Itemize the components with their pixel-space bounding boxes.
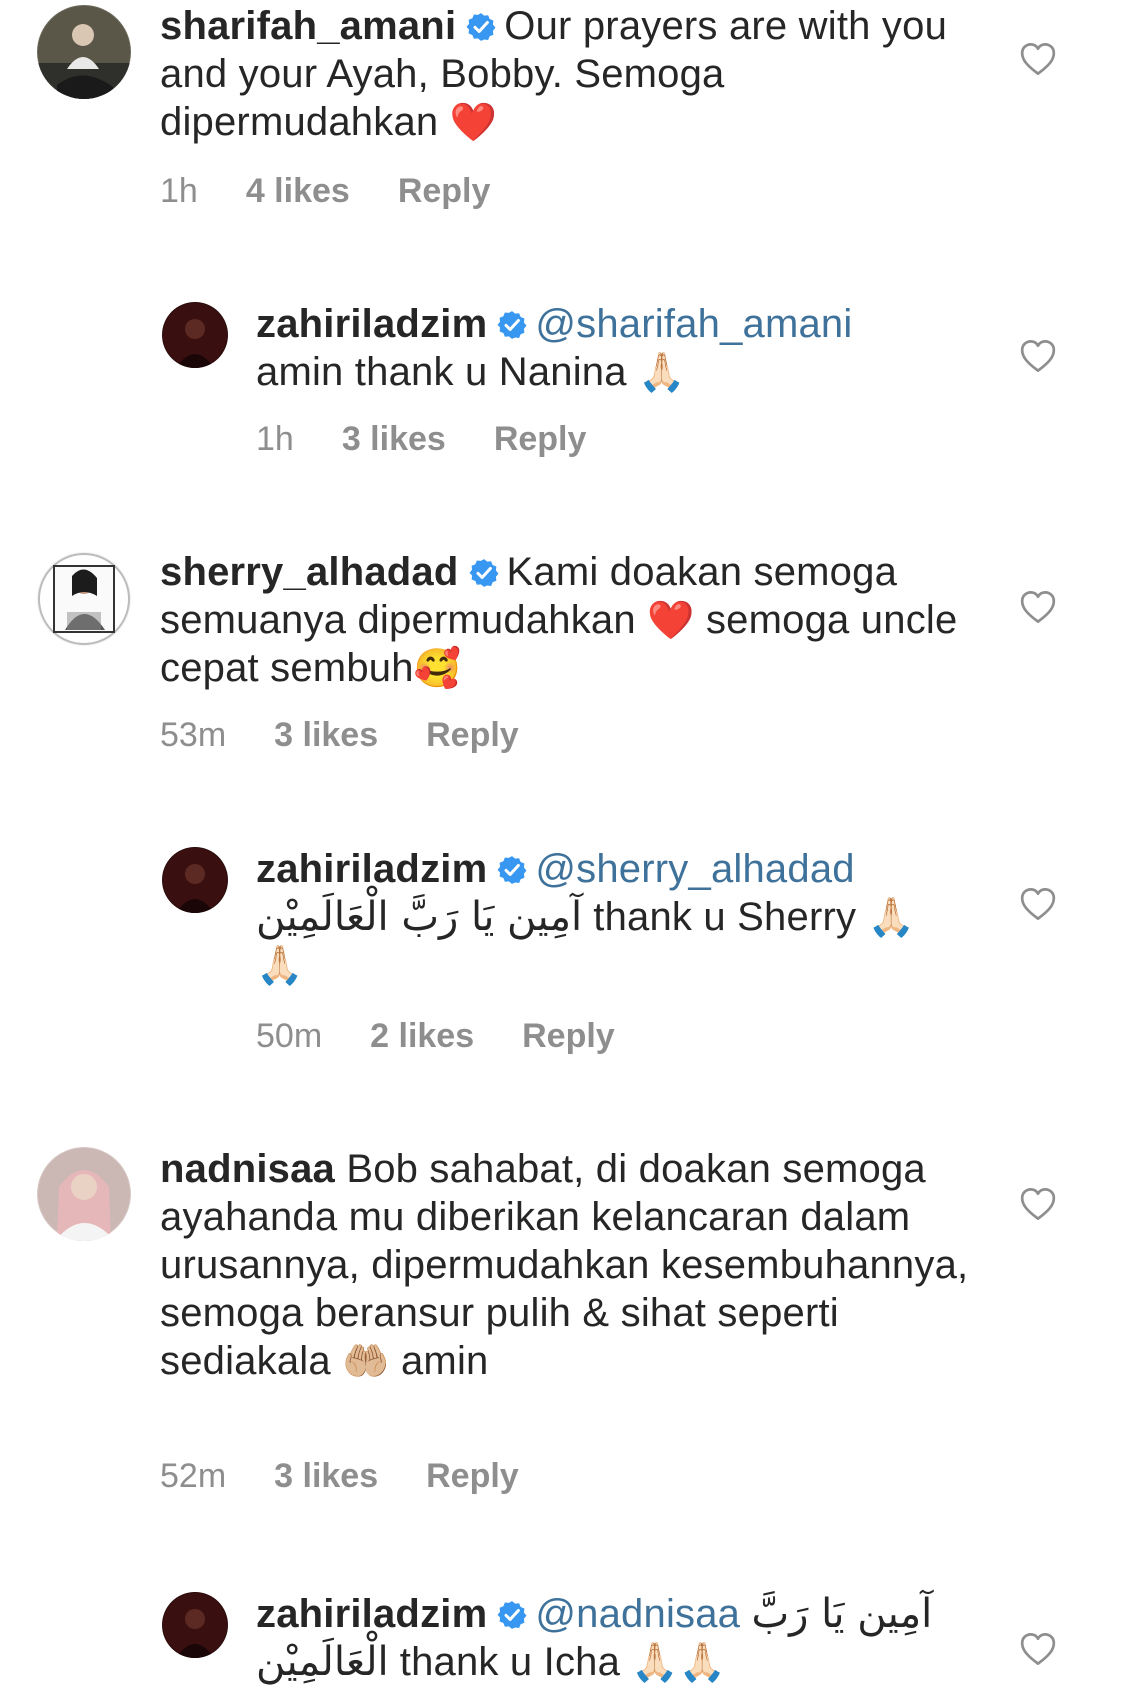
verified-icon (497, 855, 527, 885)
comment-text-continued: amin (400, 1339, 489, 1383)
reply-button[interactable]: Reply (522, 1017, 615, 1055)
likes-count[interactable]: 3 likes (274, 716, 378, 754)
likes-count[interactable]: 2 likes (370, 1017, 474, 1055)
comment-meta: 50m 2 likes Reply (256, 1017, 663, 1056)
heart-emoji: ❤️ (647, 598, 695, 642)
reply-button[interactable]: Reply (426, 1457, 519, 1495)
praying-hands-emoji: 🙏🏻 (867, 895, 916, 939)
palms-up-emoji: 🤲🏼 (342, 1339, 390, 1383)
like-heart-icon[interactable] (1018, 885, 1058, 923)
reply-button[interactable]: Reply (398, 172, 491, 210)
likes-count[interactable]: 4 likes (246, 172, 350, 210)
avatar-image (162, 1592, 228, 1658)
comment-text: thank u Icha (399, 1640, 621, 1684)
avatar-image (37, 5, 131, 99)
username[interactable]: sharifah_amani (160, 4, 456, 48)
like-heart-icon[interactable] (1018, 588, 1058, 626)
timestamp: 1h (256, 420, 294, 458)
arabic-text: آمِين يَا رَبَّ الْعَالَمِيْن (256, 894, 583, 940)
comment-body: sharifah_amani Our prayers are with you a… (160, 2, 990, 146)
timestamp: 1h (160, 172, 198, 210)
username[interactable]: sherry_alhadad (160, 550, 459, 594)
username[interactable]: nadnisaa (160, 1147, 335, 1191)
username[interactable]: zahiriladzim (256, 302, 487, 346)
comment-body: zahiriladzim @sharifah_amani amin thank u… (256, 300, 976, 396)
smiling-hearts-emoji: 🥰 (413, 646, 462, 690)
verified-icon (497, 310, 527, 340)
comment-body: zahiriladzim @sherry_alhadad آمِين يَا رَ… (256, 845, 976, 989)
praying-hands-emoji: 🙏🏻🙏🏻 (631, 1640, 727, 1684)
reply-button[interactable]: Reply (494, 420, 587, 458)
like-heart-icon[interactable] (1018, 40, 1058, 78)
verified-icon (497, 1600, 527, 1630)
praying-hands-emoji-2: 🙏🏻 (256, 943, 304, 987)
comment-body: nadnisaa Bob sahabat, di doakan semoga a… (160, 1145, 990, 1385)
avatar-image (162, 847, 228, 913)
like-heart-icon[interactable] (1018, 337, 1058, 375)
avatar[interactable] (162, 302, 228, 368)
comment-body: zahiriladzim @nadnisaa آمِين يَا رَبَّ ال… (256, 1590, 976, 1686)
comment-meta: 1h 4 likes Reply (160, 172, 538, 211)
timestamp: 52m (160, 1457, 227, 1495)
avatar[interactable] (37, 5, 131, 99)
avatar[interactable] (37, 1147, 131, 1241)
reply-button[interactable]: Reply (426, 716, 519, 754)
avatar-image (37, 552, 131, 646)
avatar-image (37, 1147, 131, 1241)
like-heart-icon[interactable] (1018, 1185, 1058, 1223)
avatar[interactable] (37, 552, 131, 646)
comment-text: thank u Sherry (593, 895, 857, 939)
timestamp: 50m (256, 1017, 323, 1055)
timestamp: 53m (160, 716, 227, 754)
comment-text: amin thank u Nanina (256, 350, 627, 394)
username[interactable]: zahiriladzim (256, 847, 487, 891)
avatar-image (162, 302, 228, 368)
comment-meta: 53m 3 likes Reply (160, 716, 567, 755)
comment-body: sherry_alhadad Kami doakan semoga semuany… (160, 548, 990, 692)
praying-hands-emoji: 🙏🏻 (638, 350, 686, 394)
mention-link[interactable]: @sharifah_amani (535, 302, 852, 346)
username[interactable]: zahiriladzim (256, 1592, 487, 1636)
avatar[interactable] (162, 1592, 228, 1658)
heart-emoji: ❤️ (449, 100, 498, 144)
verified-icon (469, 558, 499, 588)
comment-meta: 1h 3 likes Reply (256, 420, 634, 459)
likes-count[interactable]: 3 likes (342, 420, 446, 458)
likes-count[interactable]: 3 likes (274, 1457, 378, 1495)
mention-link[interactable]: @sherry_alhadad (535, 847, 854, 891)
mention-link[interactable]: @nadnisaa (535, 1592, 740, 1636)
like-heart-icon[interactable] (1018, 1630, 1058, 1668)
avatar[interactable] (162, 847, 228, 913)
comment-meta: 52m 3 likes Reply (160, 1457, 567, 1496)
verified-icon (466, 12, 496, 42)
